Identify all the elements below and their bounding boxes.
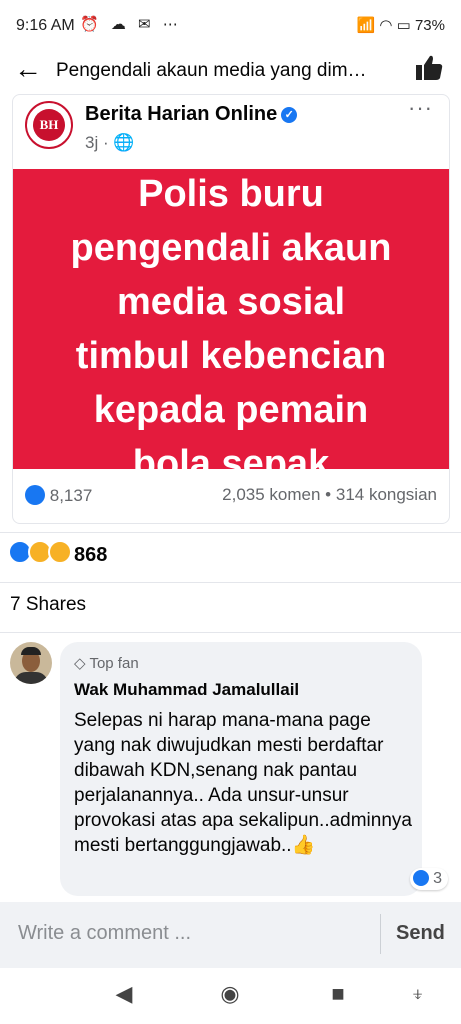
commenter-avatar[interactable] [10, 642, 52, 684]
top-bar: ← Pengendali akaun media yang dim… [0, 44, 461, 96]
comments-shares[interactable]: 2,035 komen • 314 kongsian [222, 485, 437, 505]
accessibility-icon[interactable]: ⍖ [406, 982, 430, 1006]
home-icon[interactable]: ◉ [218, 982, 242, 1006]
notification-icons: ⏰ ☁ ✉ ⋯ [80, 16, 182, 33]
comment-text: Selepas ni harap mana-mana page yang nak… [74, 708, 414, 858]
page-name-text: Berita Harian Online [85, 103, 278, 125]
headline-line: timbul kebencian [75, 335, 387, 377]
headline-line: media sosial [116, 281, 346, 323]
divider [0, 582, 461, 583]
reactions-summary[interactable]: 868 [8, 540, 107, 570]
top-fan-badge: ◇ Top fan [74, 654, 139, 672]
image-headline: Polis buru pengendali akaun media sosial… [13, 169, 449, 469]
headline-line: kepada pemain [93, 389, 369, 431]
diamond-icon: ◇ [74, 655, 86, 672]
comment-author[interactable]: Wak Muhammad Jamalullail [74, 680, 299, 700]
post-stats: 8,137 2,035 komen • 314 kongsian [25, 481, 437, 509]
divider [0, 632, 461, 633]
comment-reactions[interactable]: 3 [409, 868, 448, 890]
page-logo[interactable]: BH [25, 101, 73, 149]
reactions-count: 868 [74, 544, 108, 566]
logo-text: BH [33, 109, 65, 141]
status-time: 9:16 AM [16, 17, 75, 34]
post-time: 3j · 🌐 [85, 133, 135, 152]
headline-line: pengendali akaun [70, 227, 392, 269]
page-title: Pengendali akaun media yang dim… [56, 60, 367, 81]
like-reaction-icon [25, 485, 45, 505]
like-reaction-icon [412, 870, 429, 886]
battery-icon: ▭ [396, 17, 411, 34]
post-time-text: 3j [85, 133, 99, 152]
divider [0, 532, 461, 533]
globe-icon: 🌐 [113, 133, 135, 152]
comment-composer: Write a comment ... Send [0, 902, 461, 968]
divider [380, 914, 381, 954]
android-nav-bar: ◀ ◉ ■ ⍖ [0, 968, 461, 1024]
headline-line: Polis buru [138, 173, 324, 215]
thumbs-up-emoji: 👍 [291, 835, 316, 856]
shares-count[interactable]: 7 Shares [10, 594, 86, 616]
comment-bubble[interactable]: ◇ Top fan Wak Muhammad Jamalullail Selep… [60, 642, 448, 896]
headline-line: bola sepak [132, 443, 330, 469]
badge-text: Top fan [89, 655, 139, 672]
wow-reaction-icon [48, 540, 72, 564]
signal-icon: 📶 [356, 17, 376, 34]
recents-icon[interactable]: ■ [326, 982, 350, 1006]
page-name[interactable]: Berita Harian Online ✓ [85, 103, 298, 126]
back-arrow-icon[interactable]: ← [14, 54, 42, 84]
battery-level: 73% [414, 17, 445, 34]
shared-post-card[interactable]: BH Berita Harian Online ✓ 3j · 🌐 ··· Poli… [12, 94, 450, 524]
likes-value: 8,137 [49, 486, 93, 505]
send-button[interactable]: Send [396, 922, 445, 945]
more-options-icon[interactable]: ··· [408, 95, 433, 121]
likes-count[interactable]: 8,137 [25, 485, 92, 506]
back-icon[interactable]: ◀ [112, 982, 136, 1006]
status-right: 📶 ◠ ▭ 73% [356, 16, 445, 34]
like-icon[interactable] [413, 52, 445, 84]
comment-input[interactable]: Write a comment ... [18, 922, 191, 945]
post-image[interactable]: Polis buru pengendali akaun media sosial… [13, 169, 449, 469]
comment-body: Selepas ni harap mana-mana page yang nak… [74, 710, 412, 856]
comment-reaction-count: 3 [433, 870, 442, 887]
wifi-icon: ◠ [379, 17, 393, 34]
verified-icon: ✓ [281, 107, 298, 123]
